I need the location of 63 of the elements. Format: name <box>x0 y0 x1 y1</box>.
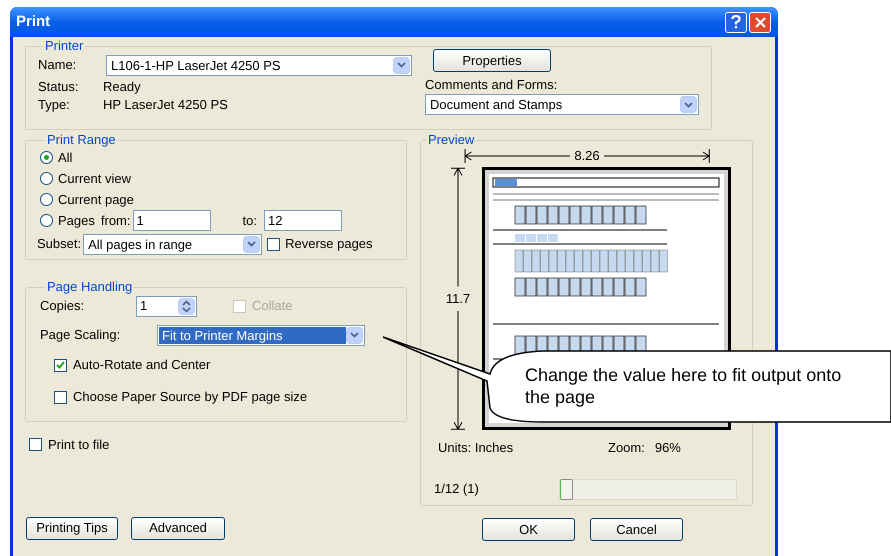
checkbox-label: Print to file <box>48 436 110 454</box>
checkbox[interactable] <box>29 438 42 452</box>
height-dimension: 11.7 <box>446 290 470 308</box>
window-title: Print <box>16 12 52 32</box>
dialog-button[interactable]: Printing Tips <box>26 516 118 540</box>
chevron-down-icon <box>680 96 697 113</box>
radio-button[interactable] <box>40 151 53 164</box>
group-title: Print Range <box>46 133 117 147</box>
width-dimension: 8.26 <box>573 148 601 164</box>
type-value: HP LaserJet 4250 PS <box>103 96 228 114</box>
from-field[interactable]: 1 <box>132 210 210 231</box>
radio-button[interactable] <box>40 193 53 206</box>
help-button[interactable] <box>725 12 747 32</box>
checkbox-label: Reverse pages <box>285 235 373 254</box>
slider-thumb[interactable] <box>560 478 573 500</box>
close-icon <box>754 16 766 28</box>
close-button[interactable] <box>749 12 771 32</box>
dialog-button[interactable]: OK <box>482 518 575 541</box>
checkbox-label: Choose Paper Source by PDF page size <box>73 388 308 406</box>
checkbox-label: Collate <box>252 297 292 316</box>
help-icon <box>731 15 741 29</box>
field-label: from: <box>100 212 130 230</box>
dialog-button[interactable]: Advanced <box>131 516 225 540</box>
chevron-down-icon <box>346 326 363 344</box>
spin-arrows-icon <box>178 298 195 314</box>
checkbox[interactable] <box>54 358 67 372</box>
radio-button[interactable] <box>40 172 53 185</box>
field-label: Type: <box>38 96 71 114</box>
comments-dropdown[interactable]: Document and Stamps <box>425 94 699 115</box>
chevron-down-icon <box>243 236 260 252</box>
zoom-value: 96% <box>654 439 681 457</box>
checkbox[interactable] <box>54 390 67 404</box>
printer-dropdown[interactable]: L106-1-HP LaserJet 4250 PS <box>106 54 412 76</box>
field-label: Name: <box>38 56 78 74</box>
field-label: Copies: <box>40 297 86 316</box>
checkbox[interactable] <box>267 238 280 250</box>
copies-spinner[interactable]: 1 <box>136 296 197 316</box>
zoom-label: Zoom: <box>608 439 645 457</box>
to-field[interactable]: 12 <box>264 210 342 231</box>
dialog-button[interactable]: Cancel <box>590 518 683 541</box>
radio-label: Current page <box>58 190 134 209</box>
radio-label: Pages <box>58 212 95 230</box>
group-title: Preview <box>427 133 476 147</box>
status-value: Ready <box>103 78 141 96</box>
page-slider[interactable] <box>559 478 737 500</box>
field-label: Subset: <box>37 235 82 254</box>
field-label: Comments and Forms: <box>425 77 558 92</box>
field-label: Page Scaling: <box>40 326 122 344</box>
field-label: to: <box>242 212 257 230</box>
callout-text: Change the value here to fit output onto the page <box>525 364 842 408</box>
chevron-down-icon <box>393 56 410 74</box>
checkbox-label: Auto-Rotate and Center <box>73 356 210 374</box>
units-label: Units: Inches <box>438 439 514 457</box>
group-title: Page Handling <box>46 280 134 294</box>
radio-label: All <box>58 148 72 167</box>
field-label: Status: <box>38 78 80 96</box>
radio-button[interactable] <box>40 214 53 227</box>
radio-label: Current view <box>58 170 131 188</box>
page-scaling-dropdown[interactable]: Fit to Printer Margins <box>157 324 365 346</box>
page-counter: 1/12 (1) <box>434 480 480 498</box>
subset-dropdown[interactable]: All pages in range <box>83 234 262 254</box>
properties-button[interactable]: Properties <box>433 49 551 72</box>
group-title: Printer <box>44 39 84 53</box>
